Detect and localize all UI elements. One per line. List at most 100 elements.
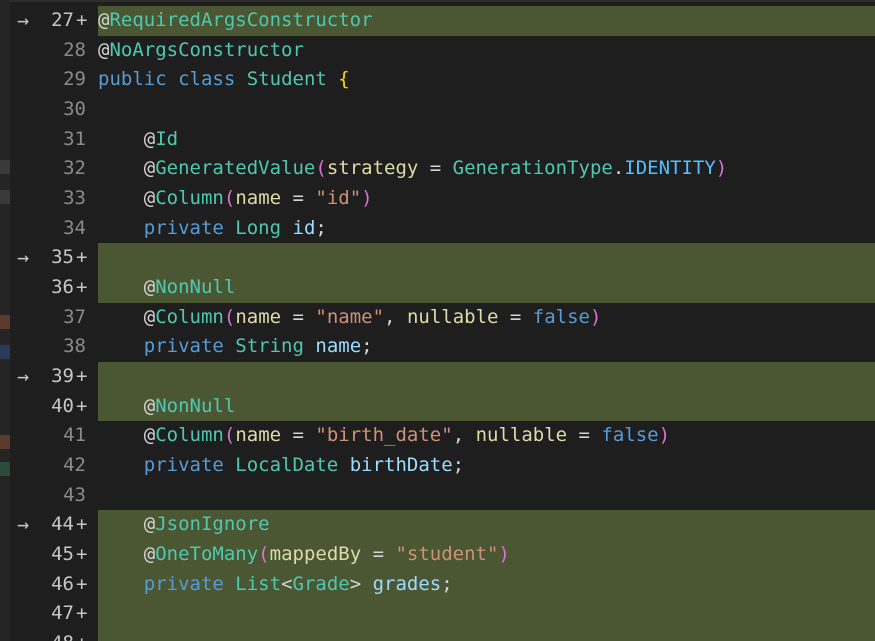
added-line-highlight [98,362,875,392]
line-number: 38 [63,335,86,358]
code-text: @NonNull [98,392,236,422]
code-token: ( [223,187,236,210]
code-text: private LocalDate birthDate; [98,451,464,481]
code-line-37[interactable]: 37 @Column(name = "name", nullable = fal… [10,303,875,333]
code-text: @Column(name = "name", nullable = false) [98,303,602,333]
code-line-45[interactable]: 45 + @OneToMany(mappedBy = "student") [10,540,875,570]
code-line-38[interactable]: 38 private String name; [10,332,875,362]
code-token: @ [143,543,156,566]
line-number: 46 [51,572,74,595]
code-token: private [143,335,224,358]
code-line-39[interactable]: → 39 + [10,362,875,392]
code-token: id [292,216,316,239]
code-token: @ [143,187,156,210]
code-token: = [281,187,316,210]
code-token: NoArgsConstructor [109,38,304,61]
line-number: 44 [51,513,74,536]
code-line-47[interactable]: 47 + [10,599,875,630]
code-token: Student [246,68,327,91]
line-background [98,481,875,511]
code-line-29[interactable]: 29 public class Student { [10,65,875,95]
code-text: @Column(name = "id") [98,184,373,214]
code-token: birthDate [349,454,453,477]
diff-arrow-icon[interactable]: → [12,6,34,36]
added-marker-icon: + [76,365,88,388]
added-marker-icon: + [76,246,88,269]
code-line-40[interactable]: 40 + @NonNull [10,391,875,422]
code-line-32[interactable]: 32 @GeneratedValue(strategy = Generation… [10,154,875,184]
code-token: = [281,424,316,447]
code-text: @Id [98,125,178,155]
code-line-42[interactable]: 42 private LocalDate birthDate; [10,451,875,481]
code-line-48[interactable]: 48+ [10,629,875,641]
code-line-46[interactable]: 46 + private List<Grade> grades; [10,569,875,600]
code-token: @ [143,513,156,536]
code-text: @RequiredArgsConstructor [98,6,373,36]
code-line-33[interactable]: 33 @Column(name = "id") [10,184,875,214]
code-token: @ [143,424,156,447]
code-line-28[interactable]: 28 @NoArgsConstructor [10,36,875,66]
code-token: < [281,572,293,595]
code-line-30[interactable]: 30 [10,95,875,125]
code-line-31[interactable]: 31 @Id [10,125,875,155]
line-number: 31 [63,127,86,150]
line-number: 36 [51,276,74,299]
added-line-highlight [98,599,875,630]
code-line-35[interactable]: → 35 + [10,243,875,274]
code-token: RequiredArgsConstructor [109,9,373,31]
diff-arrow-icon[interactable]: → [12,510,34,540]
code-token: ( [223,424,236,447]
divider [10,0,875,2]
code-token: mappedBy [269,543,362,566]
side-fragment [0,435,10,449]
code-line-36[interactable]: 36 + @NonNull [10,273,875,303]
code-token: String [235,335,304,358]
line-number: 45 [51,543,74,566]
code-token: @ [98,38,110,61]
code-token: name [235,424,282,447]
code-token: Column [155,187,224,210]
code-line-41[interactable]: 41 @Column(name = "birth_date", nullable… [10,421,875,451]
line-number: 34 [63,216,86,239]
added-marker-icon: + [76,602,88,625]
added-marker-icon: + [76,9,88,31]
code-token: name [315,335,362,358]
code-line-27[interactable]: → 27 + @RequiredArgsConstructor [10,6,875,36]
code-token: ( [315,157,327,180]
code-token: NonNull [155,394,236,417]
code-text: @JsonIgnore [98,510,270,540]
side-panel-edge[interactable] [0,0,10,641]
code-token: strategy [326,157,419,180]
line-number: 40 [51,394,74,417]
code-token: LocalDate [235,454,339,477]
code-line-43[interactable]: 43 [10,481,875,511]
diff-arrow-icon[interactable]: → [12,362,34,392]
code-line-34[interactable]: 34 private Long id; [10,214,875,244]
code-editor[interactable]: → 27 + @RequiredArgsConstructor 28 @NoArgsCon… [0,0,875,641]
code-text: @NoArgsConstructor [98,36,304,66]
line-number: 37 [63,305,86,328]
code-token: JsonIgnore [155,513,270,536]
code-line-44[interactable]: → 44 + @JsonIgnore [10,510,875,541]
line-number: 33 [63,187,86,210]
diff-arrow-icon[interactable]: → [12,243,34,273]
code-token: , [452,424,476,447]
code-token: ; [441,572,453,595]
code-token: { [338,68,350,91]
side-fragment [0,345,10,359]
code-token: = [567,424,602,447]
code-token: ) [715,157,728,180]
code-token: public [98,68,167,91]
added-marker-icon: + [76,513,88,536]
code-token: GenerationType [452,157,613,180]
code-text: @OneToMany(mappedBy = "student") [98,540,510,570]
